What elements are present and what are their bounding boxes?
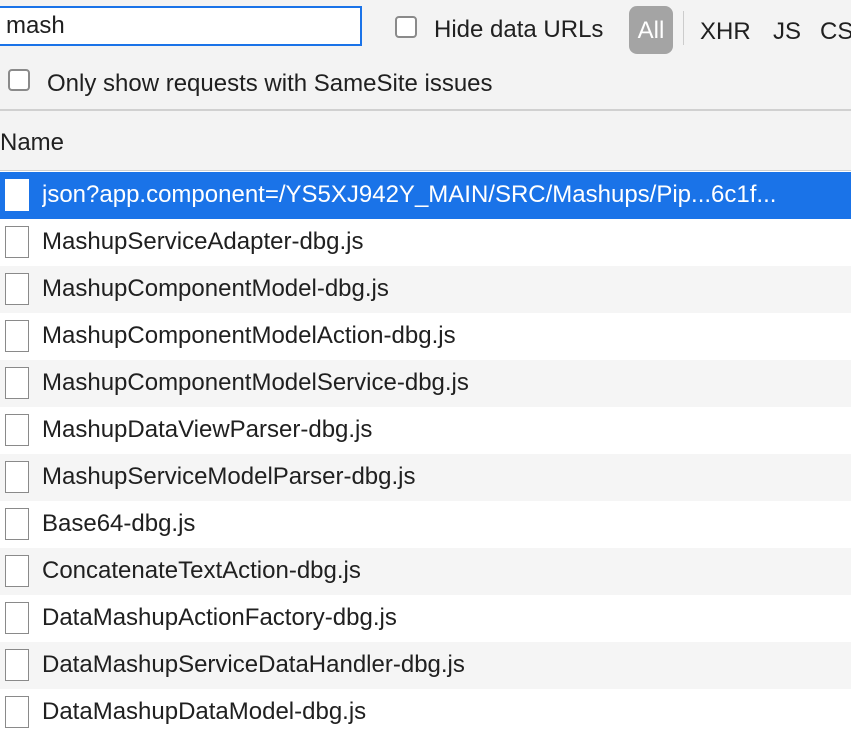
document-icon [5, 320, 29, 352]
request-list: json?app.component=/YS5XJ942Y_MAIN/SRC/M… [0, 172, 851, 736]
document-icon [5, 602, 29, 634]
request-name: MashupComponentModel-dbg.js [42, 275, 389, 302]
request-row[interactable]: MashupComponentModel-dbg.js [0, 266, 851, 313]
hide-data-urls-label: Hide data URLs [434, 16, 604, 43]
samesite-label: Only show requests with SameSite issues [47, 70, 493, 97]
toolbar-divider [683, 11, 684, 45]
document-icon [5, 414, 29, 446]
column-header-name[interactable]: Name [0, 129, 64, 157]
document-icon [5, 273, 29, 305]
request-row[interactable]: MashupDataViewParser-dbg.js [0, 407, 851, 454]
request-name: DataMashupDataModel-dbg.js [42, 698, 367, 725]
request-name: json?app.component=/YS5XJ942Y_MAIN/SRC/M… [42, 181, 777, 208]
filter-toolbar: Hide data URLs All XHR JS CS [0, 0, 851, 58]
request-name: DataMashupActionFactory-dbg.js [42, 604, 397, 631]
request-name: DataMashupServiceDataHandler-dbg.js [42, 651, 465, 678]
request-name: MashupComponentModelService-dbg.js [42, 369, 469, 396]
request-name: Base64-dbg.js [42, 510, 196, 537]
request-row[interactable]: MashupServiceAdapter-dbg.js [0, 219, 851, 266]
document-icon [5, 367, 29, 399]
document-icon [5, 696, 29, 728]
table-header: Name [0, 111, 851, 171]
request-row[interactable]: MashupServiceModelParser-dbg.js [0, 454, 851, 501]
filter-input[interactable] [0, 6, 362, 46]
request-row[interactable]: MashupComponentModelService-dbg.js [0, 360, 851, 407]
filter-type-all-button[interactable]: All [629, 6, 673, 54]
filter-type-css-button[interactable]: CS [820, 18, 851, 46]
request-row[interactable]: DataMashupDataModel-dbg.js [0, 689, 851, 736]
request-row[interactable]: ConcatenateTextAction-dbg.js [0, 548, 851, 595]
document-icon [5, 461, 29, 493]
samesite-checkbox[interactable] [8, 69, 30, 91]
request-row[interactable]: Base64-dbg.js [0, 501, 851, 548]
request-row[interactable]: DataMashupServiceDataHandler-dbg.js [0, 642, 851, 689]
document-icon [5, 555, 29, 587]
request-name: MashupServiceModelParser-dbg.js [42, 463, 416, 490]
filter-type-js-button[interactable]: JS [773, 18, 801, 46]
request-name: MashupDataViewParser-dbg.js [42, 416, 373, 443]
document-icon [5, 508, 29, 540]
document-icon [5, 179, 29, 211]
document-icon [5, 226, 29, 258]
filter-type-xhr-button[interactable]: XHR [700, 18, 751, 46]
hide-data-urls-checkbox[interactable] [395, 16, 417, 38]
request-name: ConcatenateTextAction-dbg.js [42, 557, 361, 584]
request-name: MashupServiceAdapter-dbg.js [42, 228, 364, 255]
request-row[interactable]: json?app.component=/YS5XJ942Y_MAIN/SRC/M… [0, 172, 851, 219]
request-row[interactable]: MashupComponentModelAction-dbg.js [0, 313, 851, 360]
request-name: MashupComponentModelAction-dbg.js [42, 322, 456, 349]
document-icon [5, 649, 29, 681]
request-row[interactable]: DataMashupActionFactory-dbg.js [0, 595, 851, 642]
samesite-filter-bar: Only show requests with SameSite issues [0, 58, 851, 111]
